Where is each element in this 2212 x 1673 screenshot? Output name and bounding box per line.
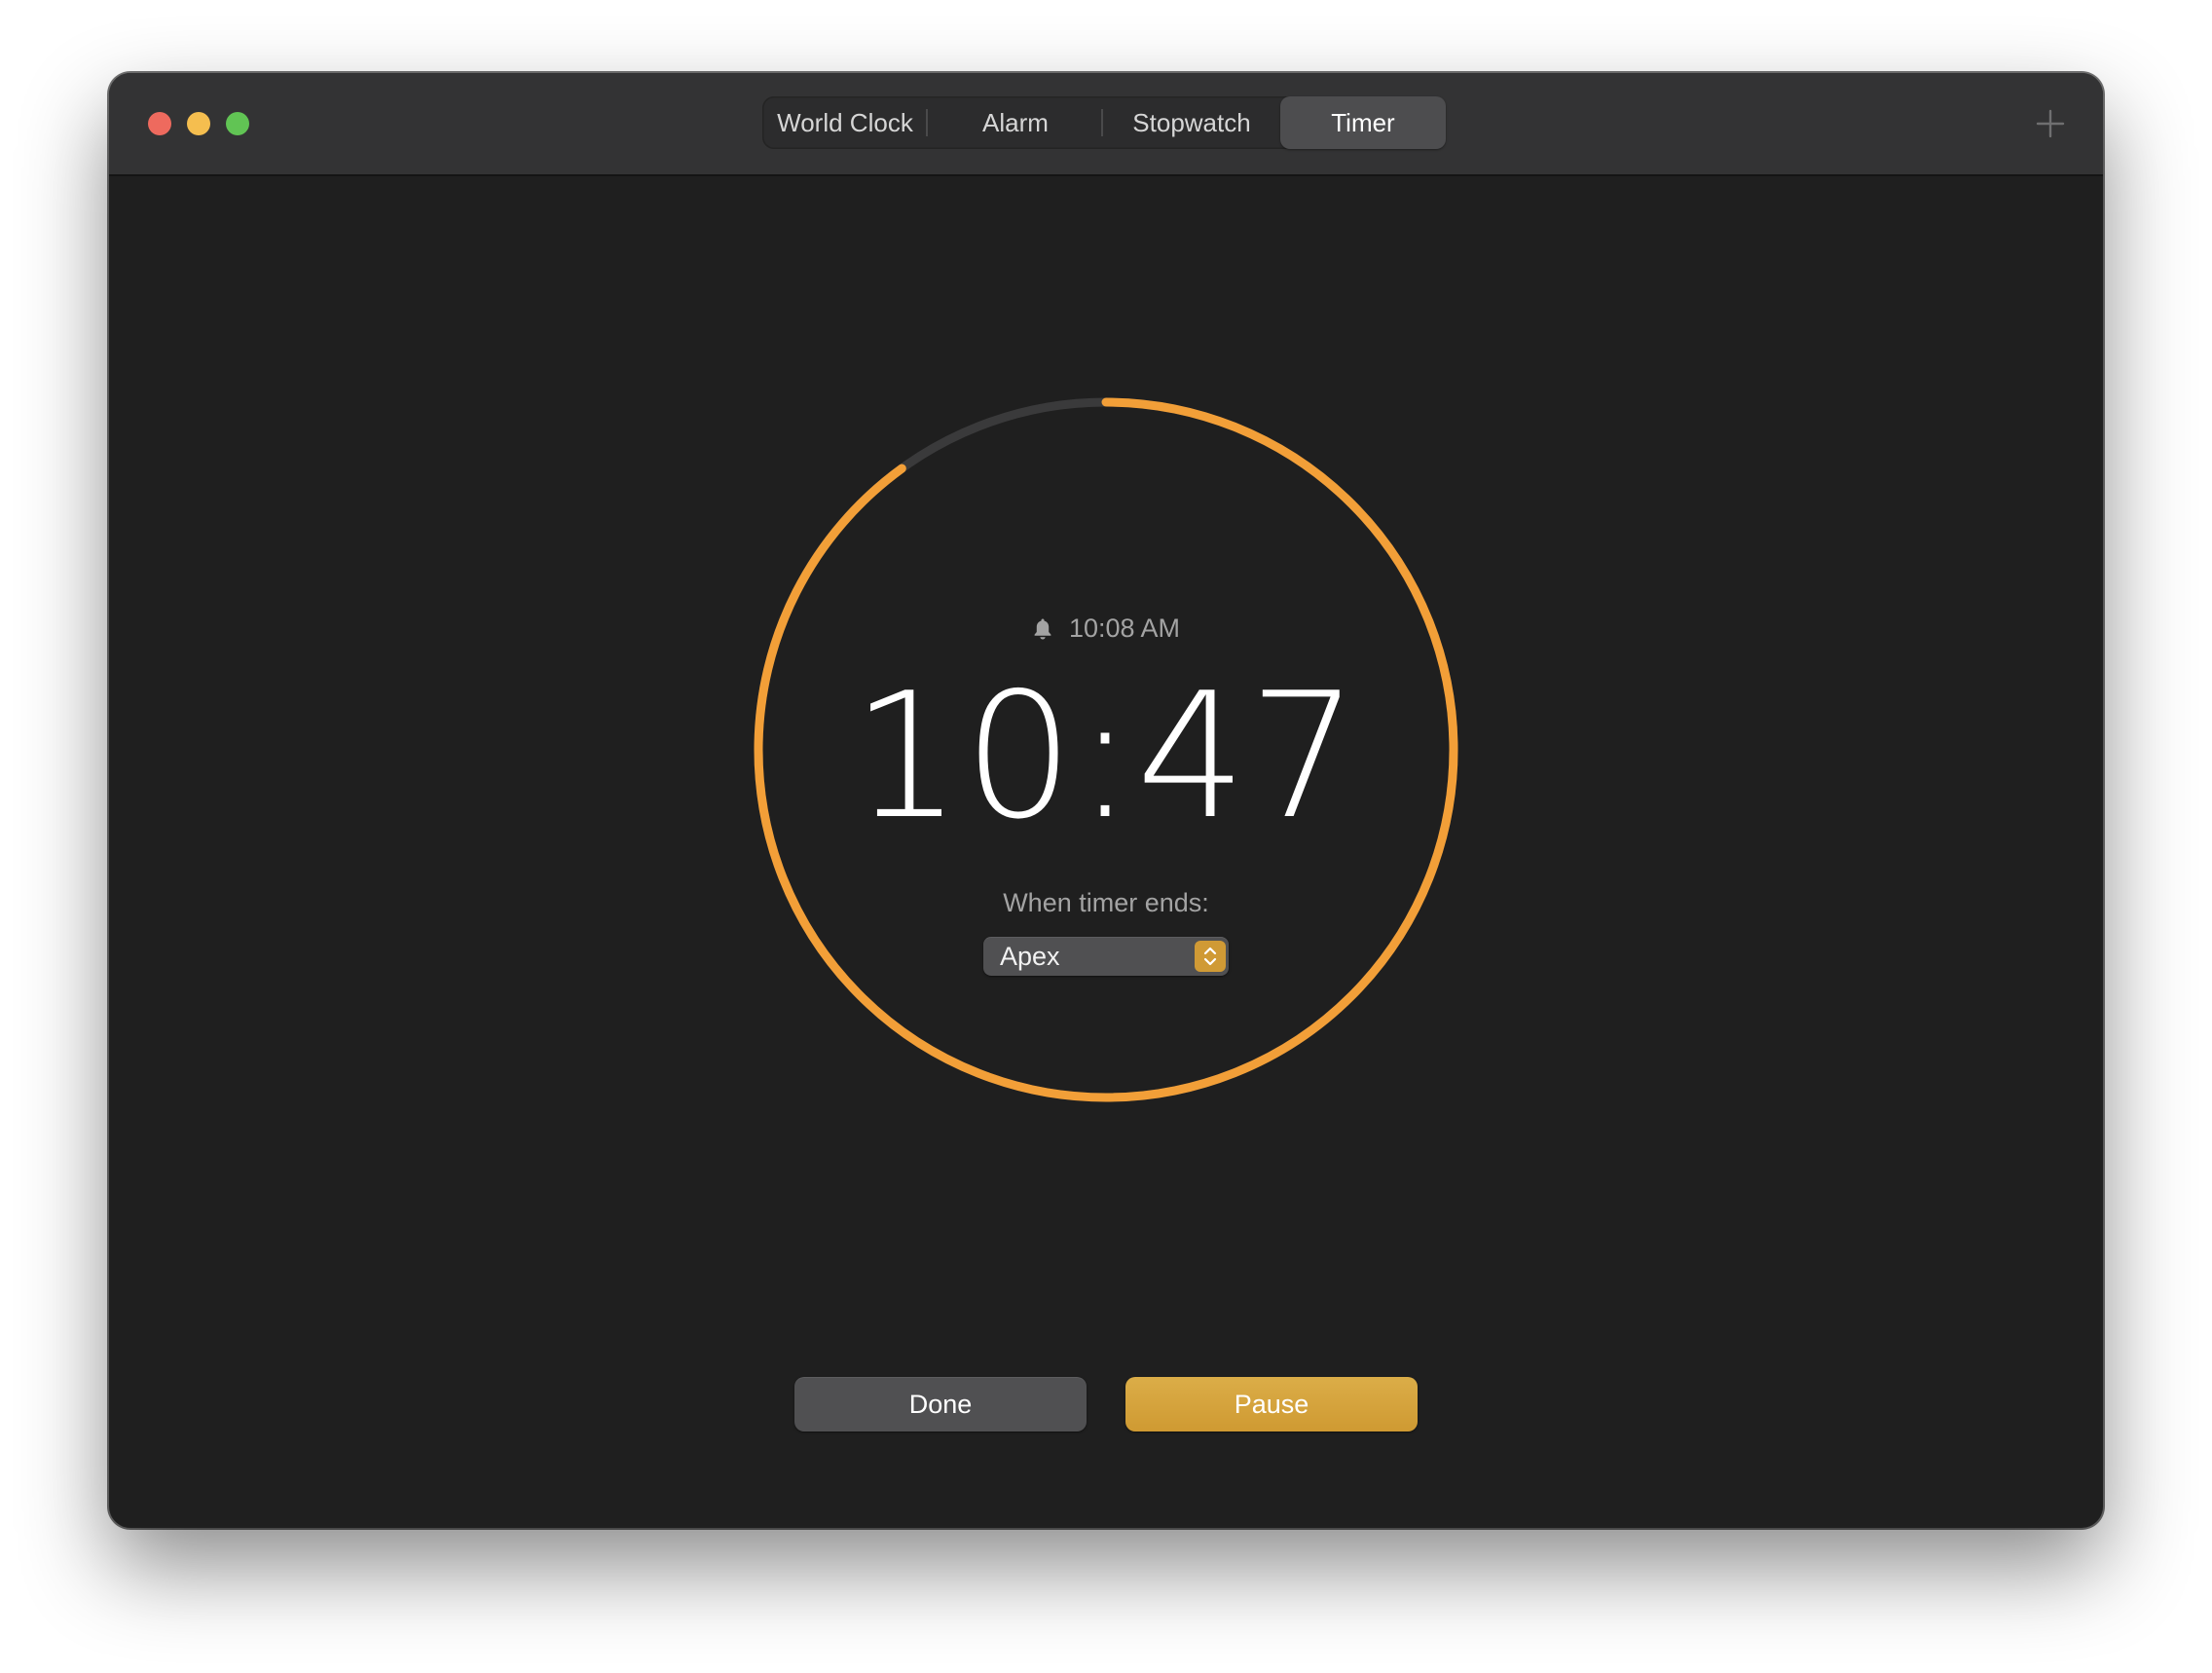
minimize-button[interactable] <box>187 112 210 135</box>
chevron-up-down-icon[interactable] <box>1195 941 1226 972</box>
bell-icon <box>1034 618 1051 639</box>
tab-stopwatch[interactable]: Stopwatch <box>1103 96 1280 149</box>
add-button[interactable] <box>2035 108 2066 139</box>
remaining-time: 10:47 <box>851 655 1361 857</box>
title-bar: World Clock Alarm Stopwatch Timer <box>109 73 2103 176</box>
clock-window: World Clock Alarm Stopwatch Timer 10:08 … <box>109 73 2103 1528</box>
plus-icon <box>2036 109 2065 138</box>
tab-alarm[interactable]: Alarm <box>928 96 1103 149</box>
pause-button[interactable]: Pause <box>1125 1377 1418 1431</box>
tab-bar: World Clock Alarm Stopwatch Timer <box>762 96 1446 149</box>
maximize-button[interactable] <box>226 112 249 135</box>
sound-select-value: Apex <box>1000 942 1060 971</box>
close-button[interactable] <box>148 112 171 135</box>
tab-world-clock[interactable]: World Clock <box>762 96 928 149</box>
sound-select[interactable]: Apex <box>983 937 1229 976</box>
alarm-time-row: 10:08 AM <box>109 613 2103 644</box>
when-timer-ends-label: When timer ends: <box>1003 888 1209 917</box>
tab-timer[interactable]: Timer <box>1280 96 1446 149</box>
done-button[interactable]: Done <box>794 1377 1087 1431</box>
alarm-time: 10:08 AM <box>1068 613 1181 643</box>
